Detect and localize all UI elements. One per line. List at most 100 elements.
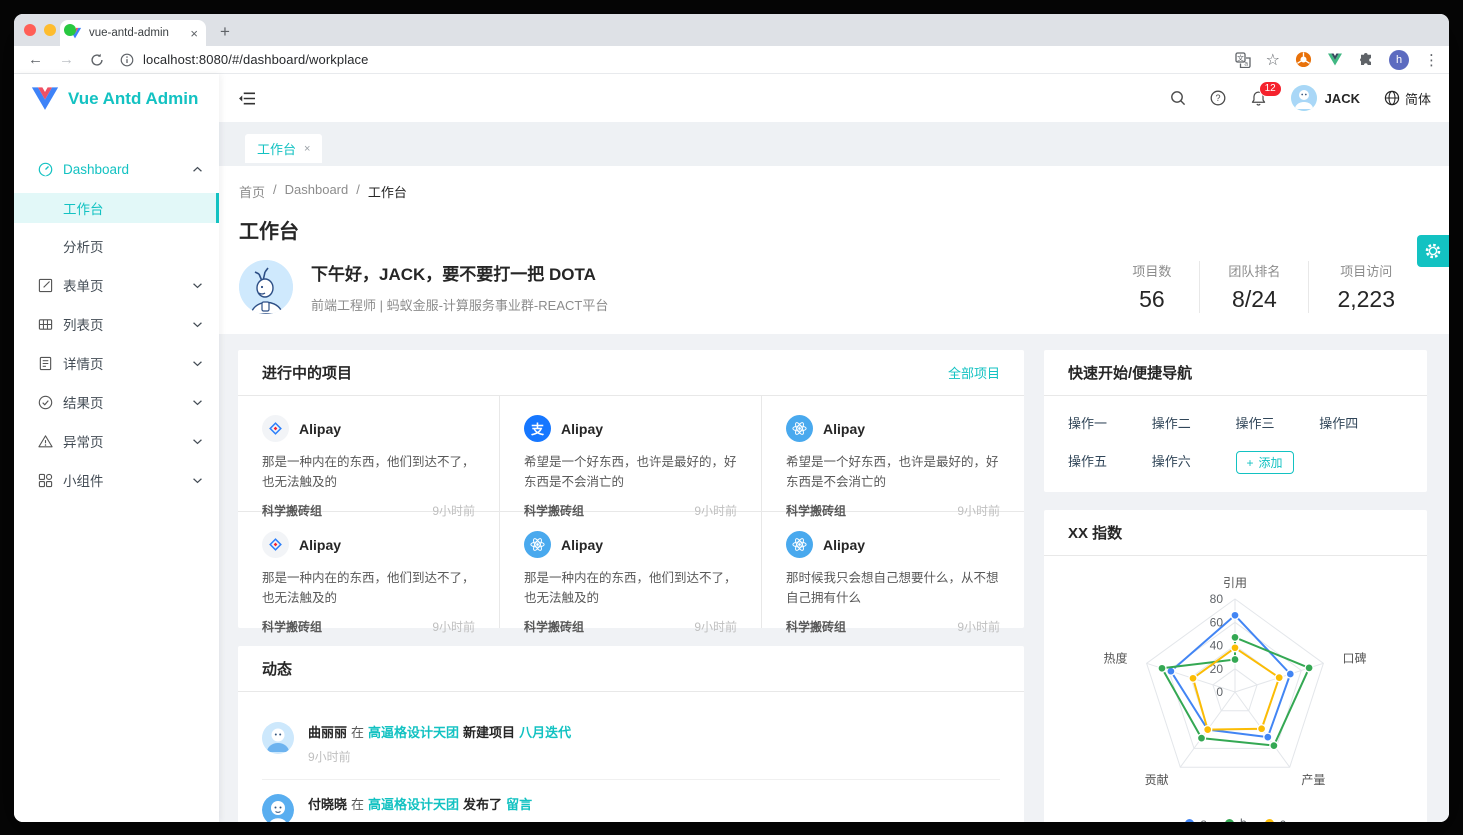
svg-text:产量: 产量 <box>1301 773 1325 787</box>
browser-profile-avatar[interactable]: h <box>1389 50 1409 70</box>
app-logo[interactable]: Vue Antd Admin <box>14 74 219 124</box>
address-bar[interactable]: localhost:8080/#/dashboard/workplace <box>120 52 1235 67</box>
quick-link-5[interactable]: 操作五 <box>1068 451 1152 474</box>
stat-label: 团队排名 <box>1228 261 1280 280</box>
zoom-window-button[interactable] <box>64 24 76 36</box>
new-tab-button[interactable]: + <box>220 22 230 42</box>
header-search-icon[interactable] <box>1170 90 1186 106</box>
browser-tab[interactable]: vue-antd-admin × <box>60 20 206 46</box>
language-switcher[interactable]: 简体 <box>1384 89 1431 108</box>
vue-extension-icon[interactable] <box>1327 53 1343 67</box>
project-card[interactable]: 支 Alipay 希望是一个好东西，也许是最好的，好东西是不会消亡的 科学搬砖组… <box>500 396 762 512</box>
sidebar-item-analysis[interactable]: 分析页 <box>14 231 219 261</box>
sidebar-item-label: 小组件 <box>63 470 104 490</box>
user-menu[interactable]: JACK <box>1291 85 1360 111</box>
svg-text:热度: 热度 <box>1104 650 1128 665</box>
gear-icon <box>1424 242 1442 260</box>
forward-icon[interactable]: → <box>59 51 74 68</box>
antd-logo-icon <box>262 531 289 558</box>
menu-fold-icon[interactable] <box>233 85 262 112</box>
project-group-link[interactable]: 科学搬砖组 <box>786 618 846 635</box>
user-avatar <box>1291 85 1317 111</box>
page-info-icon[interactable] <box>120 53 134 67</box>
translate-icon[interactable]: 文a <box>1235 52 1251 68</box>
browser-tab-strip: vue-antd-admin × + <box>14 14 1449 46</box>
quick-link-2[interactable]: 操作二 <box>1152 413 1236 432</box>
sidebar-item-widgets[interactable]: 小组件 <box>14 465 219 495</box>
feed-object-link[interactable]: 八月迭代 <box>519 725 571 740</box>
project-name[interactable]: Alipay <box>823 421 865 437</box>
close-window-button[interactable] <box>24 24 36 36</box>
quick-link-4[interactable]: 操作四 <box>1319 413 1403 432</box>
legend-label: c <box>1280 816 1286 822</box>
sidebar-item-label: 分析页 <box>63 236 104 256</box>
feed-user[interactable]: 曲丽丽 <box>308 725 347 740</box>
table-icon <box>38 316 54 332</box>
settings-button[interactable] <box>1417 235 1449 267</box>
project-name[interactable]: Alipay <box>561 537 603 553</box>
project-card[interactable]: Alipay 那是一种内在的东西，他们到达不了，也无法触及的 科学搬砖组 9小时… <box>238 396 500 512</box>
app-header: ? 12 JACK <box>219 74 1449 122</box>
project-desc: 那是一种内在的东西，他们到达不了，也无法触及的 <box>262 452 475 492</box>
sidebar-item-lists[interactable]: 列表页 <box>14 309 219 339</box>
project-card[interactable]: Alipay 希望是一个好东西，也许是最好的，好东西是不会消亡的 科学搬砖组 9… <box>762 396 1024 512</box>
breadcrumb-dashboard[interactable]: Dashboard <box>285 182 349 201</box>
legend-item-b[interactable]: b <box>1225 816 1247 822</box>
project-group-link[interactable]: 科学搬砖组 <box>524 618 584 635</box>
feed-connector: 在 <box>351 725 364 740</box>
project-card[interactable]: Alipay 那是一种内在的东西，他们到达不了，也无法触及的 科学搬砖组 9小时… <box>238 512 500 628</box>
project-name[interactable]: Alipay <box>823 537 865 553</box>
project-group-link[interactable]: 科学搬砖组 <box>262 618 322 635</box>
reload-icon[interactable] <box>90 53 104 67</box>
feed-item: 曲丽丽在高逼格设计天团新建项目八月迭代 9小时前 <box>262 708 1000 780</box>
project-name[interactable]: Alipay <box>561 421 603 437</box>
bookmark-star-icon[interactable]: ☆ <box>1266 50 1280 70</box>
help-icon[interactable]: ? <box>1210 90 1226 106</box>
sidebar-item-results[interactable]: 结果页 <box>14 387 219 417</box>
project-card[interactable]: Alipay 那是一种内在的东西，他们到达不了，也无法触及的 科学搬砖组 9小时… <box>500 512 762 628</box>
browser-toolbar: ← → localhost:8080/#/dashboard/workplace… <box>14 46 1449 74</box>
breadcrumb-home[interactable]: 首页 <box>239 182 265 201</box>
notification-bell-icon[interactable]: 12 <box>1250 90 1267 107</box>
legend-item-a[interactable]: a <box>1185 816 1207 822</box>
activity-feed-card: 动态 曲丽丽在高逼格设计天团新建项目八月迭代 <box>238 646 1024 822</box>
quick-link-6[interactable]: 操作六 <box>1152 451 1236 474</box>
page-tabs: 工作台 × <box>219 122 1449 166</box>
sidebar-item-label: 列表页 <box>63 314 104 334</box>
tab-close-icon[interactable]: × <box>304 143 310 155</box>
sidebar-item-forms[interactable]: 表单页 <box>14 270 219 300</box>
svg-text:口碑: 口碑 <box>1342 650 1366 665</box>
extensions-puzzle-icon[interactable] <box>1358 52 1374 68</box>
sidebar-item-details[interactable]: 详情页 <box>14 348 219 378</box>
quick-link-1[interactable]: 操作一 <box>1068 413 1152 432</box>
chevron-down-icon <box>192 477 203 484</box>
tab-workplace[interactable]: 工作台 × <box>245 134 322 163</box>
sidebar-item-exceptions[interactable]: 异常页 <box>14 426 219 456</box>
legend-dot <box>1225 819 1234 823</box>
feed-group-link[interactable]: 高逼格设计天团 <box>368 725 459 740</box>
browser-menu-icon[interactable]: ⋮ <box>1424 51 1439 69</box>
chart-legend: a b c <box>1044 816 1427 822</box>
project-card[interactable]: Alipay 那时候我只会想自己想要什么，从不想自己拥有什么 科学搬砖组 9小时… <box>762 512 1024 628</box>
sidebar-item-dashboard[interactable]: Dashboard <box>14 154 219 184</box>
feed-group-link[interactable]: 高逼格设计天团 <box>368 797 459 812</box>
tab-close-icon[interactable]: × <box>190 26 198 41</box>
profile-icon <box>38 355 54 371</box>
sidebar-item-workplace[interactable]: 工作台 <box>14 193 219 223</box>
feed-object-link[interactable]: 留言 <box>506 797 532 812</box>
project-name[interactable]: Alipay <box>299 537 341 553</box>
url-text[interactable]: localhost:8080/#/dashboard/workplace <box>143 52 368 67</box>
quick-link-3[interactable]: 操作三 <box>1236 413 1320 432</box>
minimize-window-button[interactable] <box>44 24 56 36</box>
add-button[interactable]: + 添加 <box>1236 451 1294 474</box>
feed-user[interactable]: 付晓晓 <box>308 797 347 812</box>
project-name[interactable]: Alipay <box>299 421 341 437</box>
extension-orange-icon[interactable] <box>1295 51 1312 68</box>
stat-label: 项目数 <box>1132 261 1171 280</box>
all-projects-link[interactable]: 全部项目 <box>948 363 1000 382</box>
form-icon <box>38 277 54 293</box>
chevron-down-icon <box>192 282 203 289</box>
legend-item-c[interactable]: c <box>1265 816 1286 822</box>
back-icon[interactable]: ← <box>28 51 43 68</box>
stat-visits: 项目访问 2,223 <box>1308 261 1429 313</box>
